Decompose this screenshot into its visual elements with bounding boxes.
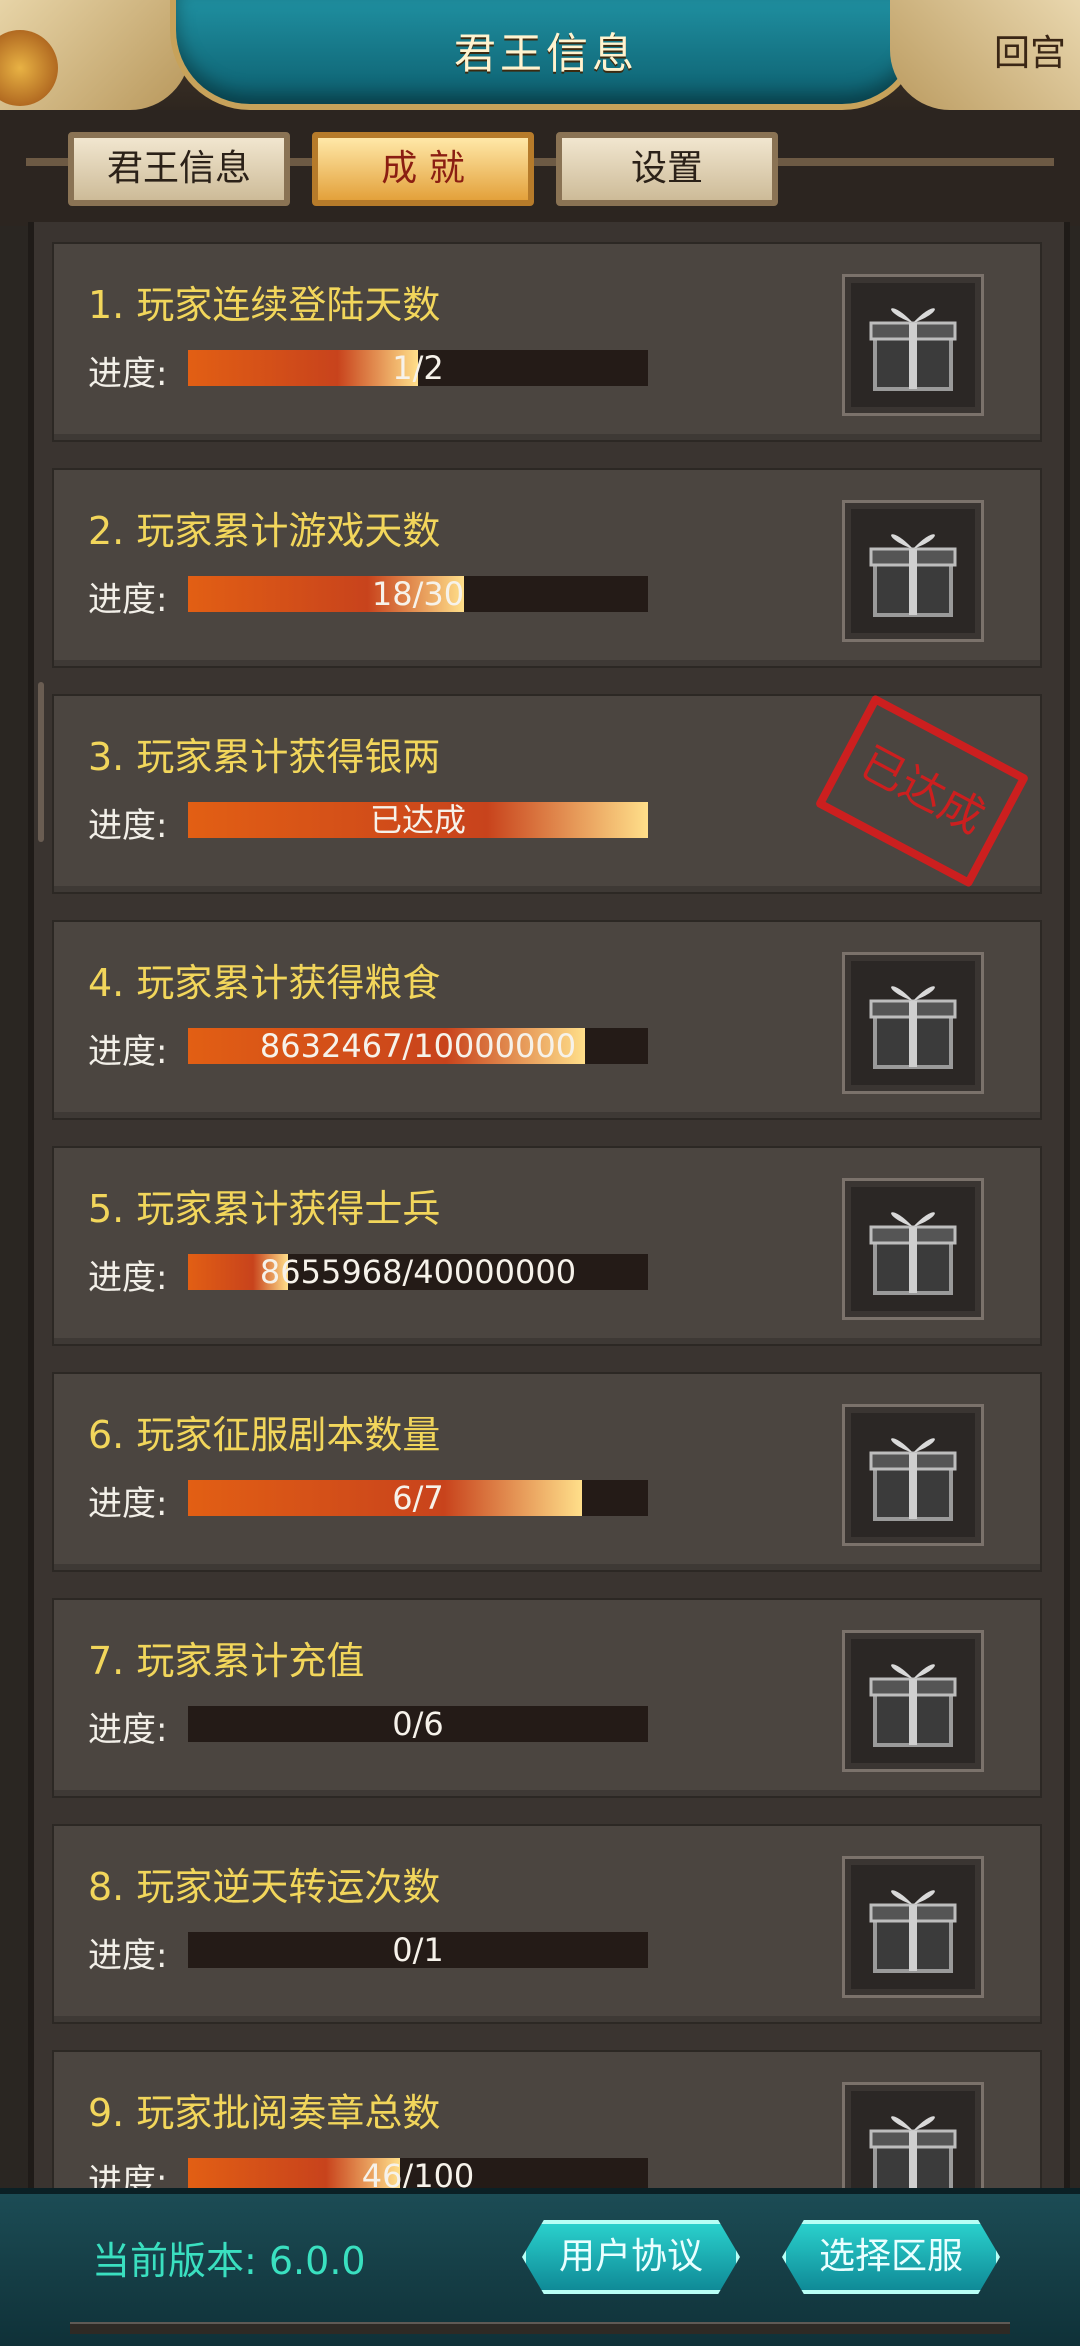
achievement-title: 4. 玩家累计获得粮食	[88, 961, 441, 1005]
tab-bar: 君王信息 成 就 设置	[0, 110, 1080, 226]
progress-bar: 8632467/10000000	[188, 1028, 648, 1064]
page-title: 君王信息	[453, 29, 638, 78]
progress-text: 18/30	[371, 575, 465, 613]
footer-divider	[70, 2322, 1010, 2334]
achievement-card: 3. 玩家累计获得银两 进度: 已达成 已达成	[52, 694, 1042, 894]
progress-bar: 0/6	[188, 1706, 648, 1742]
progress-label: 进度:	[88, 806, 168, 846]
progress-label: 进度:	[88, 2162, 168, 2188]
title-banner: 君王信息	[170, 0, 922, 110]
achievement-list[interactable]: 1. 玩家连续登陆天数 进度: 1/2 2. 玩家累计游戏天数 进度: 18/3…	[28, 222, 1070, 2188]
progress-bar: 18/30	[188, 576, 648, 612]
progress-label: 进度:	[88, 580, 168, 620]
back-button-frame[interactable]: 回宫	[890, 0, 1080, 110]
achievement-card: 5. 玩家累计获得士兵 进度: 8655968/40000000	[52, 1146, 1042, 1346]
gift-box-icon	[869, 1664, 957, 1747]
left-ornament	[0, 0, 190, 110]
reward-button[interactable]	[842, 1404, 984, 1546]
header: 君王信息 回宫	[0, 0, 1080, 110]
reward-button[interactable]	[842, 952, 984, 1094]
achievement-card: 8. 玩家逆天转运次数 进度: 0/1	[52, 1824, 1042, 2024]
progress-label: 进度:	[88, 1258, 168, 1298]
progress-label: 进度:	[88, 1710, 168, 1750]
achievement-card: 1. 玩家连续登陆天数 进度: 1/2	[52, 242, 1042, 442]
progress-text: 8655968/40000000	[259, 1253, 577, 1291]
gift-box-icon	[869, 1212, 957, 1295]
stamp-text: 已达成	[851, 737, 993, 845]
achievement-card: 4. 玩家累计获得粮食 进度: 8632467/10000000	[52, 920, 1042, 1120]
reward-button[interactable]	[842, 274, 984, 416]
emblem-icon	[0, 30, 58, 106]
achievement-title: 9. 玩家批阅奏章总数	[88, 2091, 441, 2135]
achievement-title: 1. 玩家连续登陆天数	[88, 283, 441, 327]
reward-button[interactable]	[842, 1856, 984, 1998]
reward-button[interactable]	[842, 500, 984, 642]
achievement-title: 6. 玩家征服剧本数量	[88, 1413, 441, 1457]
progress-bar: 1/2	[188, 350, 648, 386]
progress-bar: 46/100	[188, 2158, 648, 2188]
gift-box-icon	[869, 986, 957, 1069]
progress-text: 8632467/10000000	[259, 1027, 577, 1065]
gift-box-icon	[869, 1438, 957, 1521]
reward-button[interactable]	[842, 2082, 984, 2188]
achievement-card: 9. 玩家批阅奏章总数 进度: 46/100	[52, 2050, 1042, 2188]
progress-text: 46/100	[361, 2157, 475, 2188]
achievement-title: 7. 玩家累计充值	[88, 1639, 365, 1683]
back-button[interactable]: 回宫	[994, 24, 1066, 76]
progress-text: 0/1	[392, 1931, 444, 1969]
version-label: 当前版本: 6.0.0	[92, 2239, 366, 2283]
gift-box-icon	[869, 2116, 957, 2188]
achievement-title: 5. 玩家累计获得士兵	[88, 1187, 441, 1231]
progress-bar: 6/7	[188, 1480, 648, 1516]
progress-bar: 已达成	[188, 802, 648, 838]
scrollbar-thumb[interactable]	[38, 682, 44, 842]
achievement-title: 8. 玩家逆天转运次数	[88, 1865, 441, 1909]
footer: 当前版本: 6.0.0 用户协议 选择区服	[0, 2188, 1080, 2346]
achievement-title: 2. 玩家累计游戏天数	[88, 509, 441, 553]
tab-king-info[interactable]: 君王信息	[68, 132, 290, 206]
progress-label: 进度:	[88, 1032, 168, 1072]
progress-text: 1/2	[392, 349, 444, 387]
achievement-title: 3. 玩家累计获得银两	[88, 735, 441, 779]
achievement-card: 2. 玩家累计游戏天数 进度: 18/30	[52, 468, 1042, 668]
progress-label: 进度:	[88, 1484, 168, 1524]
progress-bar: 0/1	[188, 1932, 648, 1968]
reward-button[interactable]	[842, 1178, 984, 1320]
user-agreement-button[interactable]: 用户协议	[522, 2220, 740, 2294]
gift-box-icon	[869, 1890, 957, 1973]
gift-box-icon	[869, 534, 957, 617]
tab-achievements[interactable]: 成 就	[312, 132, 534, 206]
gift-box-icon	[869, 308, 957, 391]
progress-label: 进度:	[88, 354, 168, 394]
progress-text: 0/6	[392, 1705, 444, 1743]
achievement-card: 6. 玩家征服剧本数量 进度: 6/7	[52, 1372, 1042, 1572]
progress-text: 已达成	[369, 801, 466, 839]
progress-label: 进度:	[88, 1936, 168, 1976]
tab-settings[interactable]: 设置	[556, 132, 778, 206]
progress-bar: 8655968/40000000	[188, 1254, 648, 1290]
achievement-card: 7. 玩家累计充值 进度: 0/6	[52, 1598, 1042, 1798]
reward-button[interactable]	[842, 1630, 984, 1772]
progress-text: 6/7	[392, 1479, 444, 1517]
completed-stamp: 已达成	[814, 694, 1030, 888]
select-server-button[interactable]: 选择区服	[782, 2220, 1000, 2294]
